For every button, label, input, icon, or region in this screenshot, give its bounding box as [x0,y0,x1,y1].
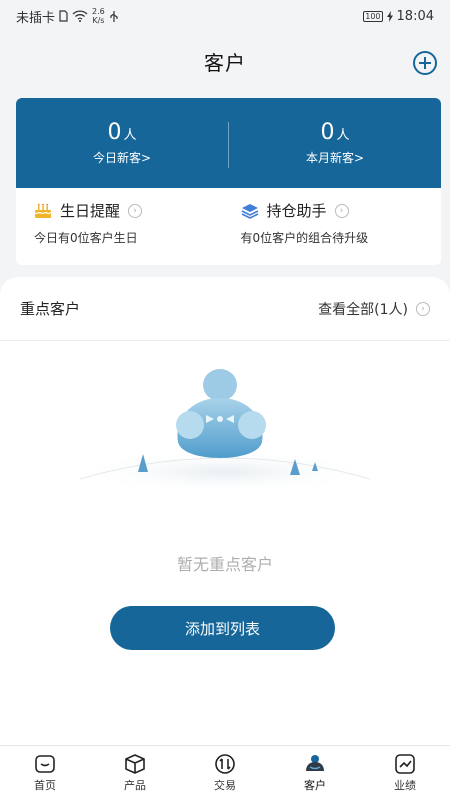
page-header: 客户 [0,32,450,90]
today-label: 今日新客> [92,151,152,165]
tab-customers-label: 客户 [304,779,326,792]
tab-home[interactable]: 首页 [0,746,90,800]
wifi-icon [72,10,88,22]
layers-icon [241,203,258,219]
chevron-right-icon: › [128,203,143,218]
charging-icon [386,10,393,22]
birthday-title: 生日提醒 [60,202,121,220]
today-unit: 人 [123,128,137,143]
exchange-icon [215,754,235,774]
tab-customers[interactable]: 客户 [270,746,360,800]
holding-assistant[interactable]: 持仓助手 › 有0位客户的组合待升级 [229,188,436,246]
cake-icon [34,203,52,218]
home-icon [35,755,55,773]
birthday-reminder[interactable]: 生日提醒 › 今日有0位客户生日 [22,188,229,246]
add-to-list-button[interactable]: 添加到列表 [110,606,335,650]
today-new-customers[interactable]: 0人 今日新客> [16,98,228,188]
sim-icon [59,10,68,22]
chevron-right-icon: › [416,301,430,316]
tab-performance-label: 业绩 [394,779,416,792]
month-label: 本月新客> [305,151,365,165]
view-all-link[interactable]: 查看全部(1人) › [318,299,430,319]
clock: 18:04 [396,8,434,24]
holding-title: 持仓助手 [266,202,327,220]
month-unit: 人 [336,128,350,143]
tab-trade-label: 交易 [214,779,236,792]
add-customer-button[interactable] [412,50,438,76]
chart-icon [395,754,415,774]
net-speed: 2.6 K/s [92,7,105,25]
carrier-text: 未插卡 [16,10,56,26]
chevron-right-icon: › [334,203,349,218]
birthday-subtitle: 今日有0位客户生日 [34,231,138,245]
box-icon [125,754,145,774]
tab-trade[interactable]: 交易 [180,746,270,800]
customer-icon [306,755,324,771]
tab-home-label: 首页 [34,779,56,792]
empty-customer-illustration [75,369,375,494]
page-title: 客户 [204,50,246,75]
today-count: 0 [107,120,122,145]
view-all-label: 查看全部(1人) [318,301,408,318]
key-customers-header: 重点客户 查看全部(1人) › [0,277,450,341]
tab-products-label: 产品 [124,779,146,792]
bottom-tab-bar: 首页 产品 交易 客户 业绩 [0,745,450,800]
stats-card: 0人 今日新客> 0人 本月新客> 生日提醒 › 今日有0位客户生日 持仓助手 … [16,98,441,265]
usb-icon [110,10,118,22]
holding-subtitle: 有0位客户的组合待升级 [240,231,369,245]
month-count: 0 [320,120,335,145]
empty-message: 暂无重点客户 [176,555,273,574]
tab-products[interactable]: 产品 [90,746,180,800]
reminders-row: 生日提醒 › 今日有0位客户生日 持仓助手 › 有0位客户的组合待升级 [16,188,441,246]
month-new-customers[interactable]: 0人 本月新客> [229,98,441,188]
key-customers-panel: 重点客户 查看全部(1人) › 暂无重点客户 添加到列表 [0,277,450,745]
new-customer-stats: 0人 今日新客> 0人 本月新客> [16,98,441,188]
key-customers-title: 重点客户 [20,300,81,318]
tab-performance[interactable]: 业绩 [360,746,450,800]
status-bar: 未插卡 2.6 K/s 100 18:04 [0,0,450,32]
battery-icon: 100 [363,10,383,22]
